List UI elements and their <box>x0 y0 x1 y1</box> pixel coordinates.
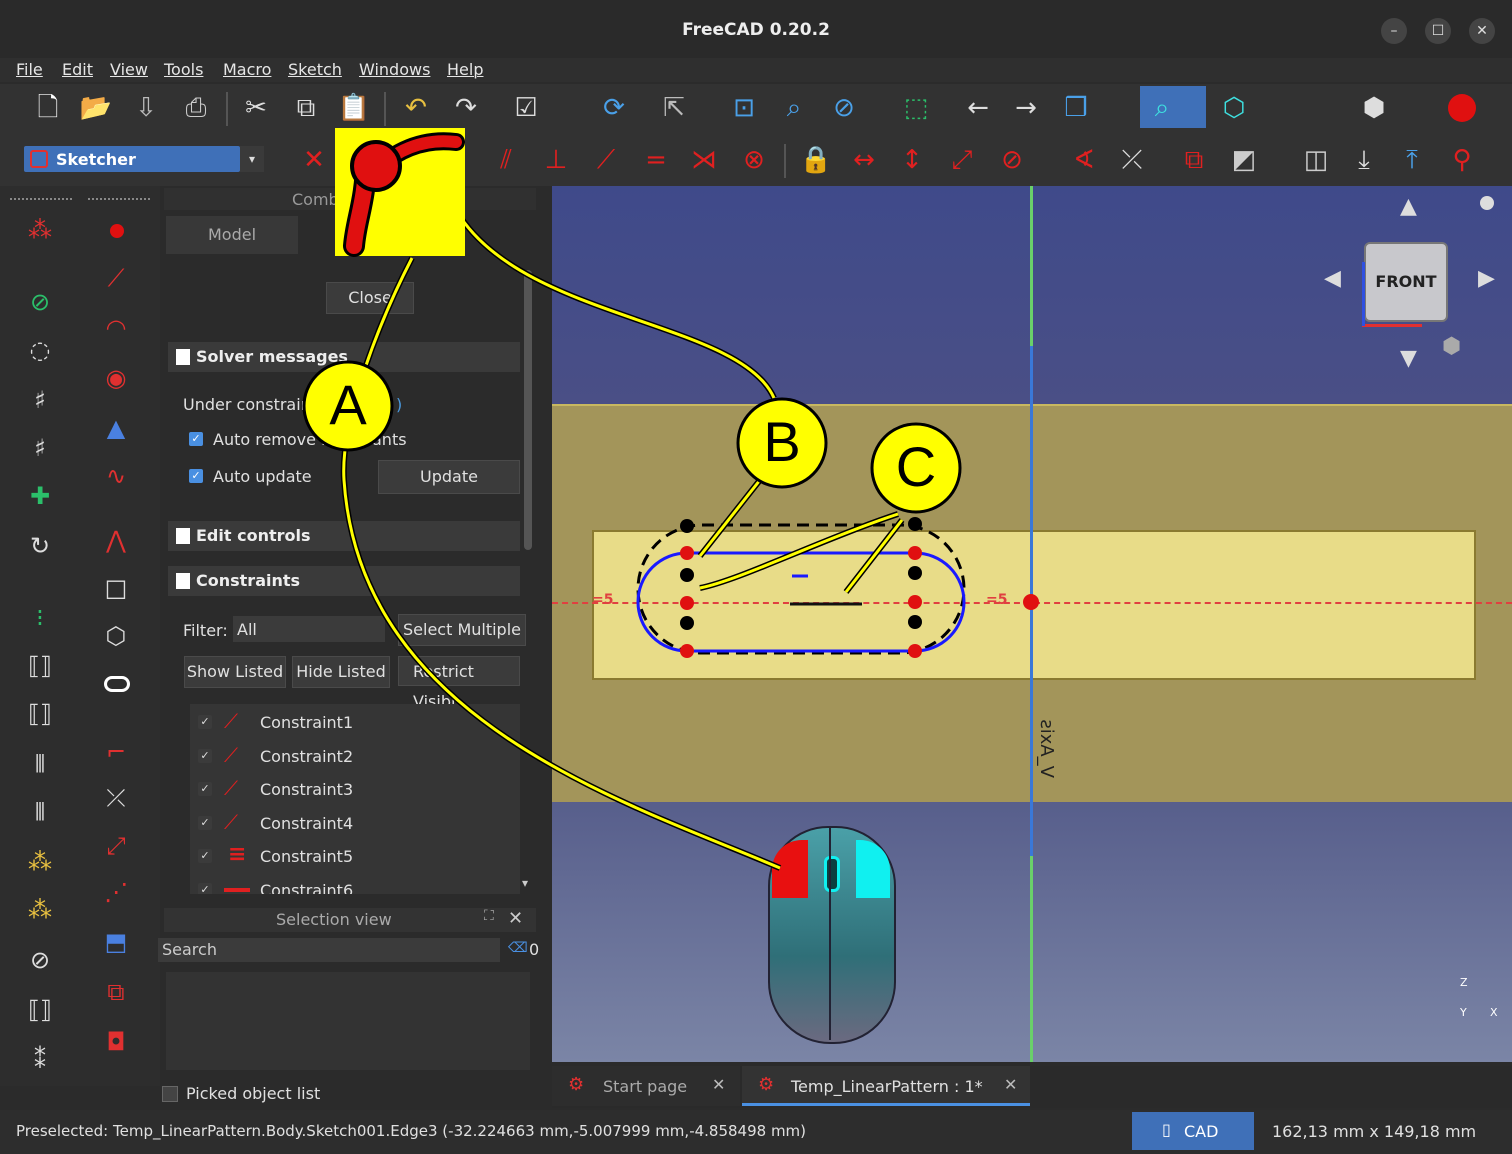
annotation-overlay <box>302 128 962 871</box>
tab-temp-linearpattern-label: Temp_LinearPattern : 1* <box>791 1077 983 1096</box>
arc-icon-center <box>350 140 402 192</box>
annotation-label-c: C <box>895 435 937 498</box>
tab-start-page-label: Start page <box>603 1077 688 1096</box>
annotation-label-a: A <box>329 373 367 436</box>
navigation-style-label: CAD <box>1184 1122 1219 1141</box>
annotation-label-b: B <box>763 410 801 473</box>
dimensions-readout: 162,13 mm x 149,18 mm <box>1272 1122 1477 1141</box>
tab-close-icon[interactable]: ✕ <box>1004 1075 1017 1094</box>
annotation-arrow-b-fill <box>698 479 762 557</box>
freecad-icon: ⚙ <box>758 1074 775 1095</box>
freecad-icon: ⚙ <box>568 1074 585 1095</box>
preselection-status: Preselected: Temp_LinearPattern.Body.Ske… <box>16 1122 807 1140</box>
annotation-curve-b-fill <box>454 209 776 399</box>
annotation-curve-b <box>453 208 777 400</box>
mouse-icon: ▯ <box>1162 1120 1171 1139</box>
tab-close-icon[interactable]: ✕ <box>712 1075 725 1094</box>
